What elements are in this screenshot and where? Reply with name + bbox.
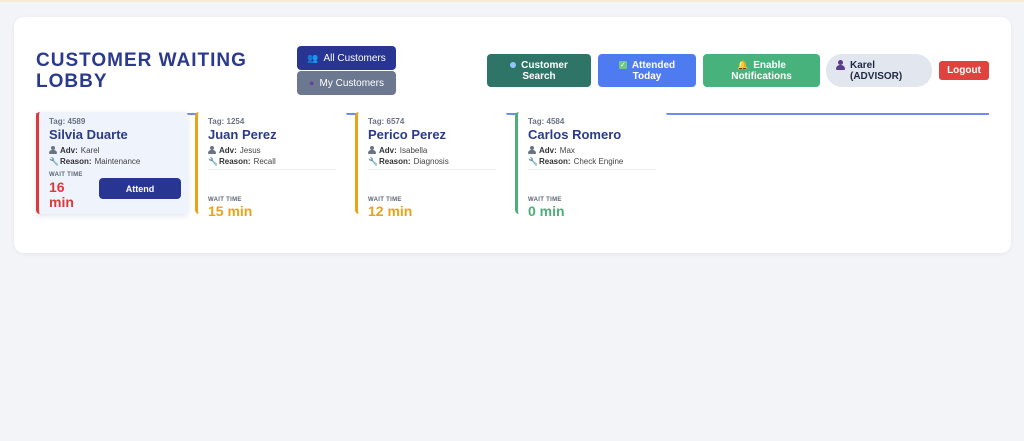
person-icon: [208, 146, 216, 155]
wait-time-unit: min: [49, 194, 74, 210]
notif-label-1: Enable: [753, 59, 786, 71]
card-tag: Tag: 4584: [528, 117, 565, 126]
person-icon: [528, 146, 536, 155]
card-advisor-line: Adv: Isabella: [368, 146, 427, 155]
check-icon: ✓: [618, 61, 627, 69]
adv-value: Max: [559, 146, 575, 155]
attend-button[interactable]: Attend: [99, 178, 181, 199]
card-reason-line: 🔧 Reason: Maintenance: [49, 157, 140, 166]
wait-time-number: 16: [49, 179, 65, 195]
attended-today-button[interactable]: ✓ Attended Today: [598, 54, 696, 87]
my-customers-label: My Customers: [319, 77, 384, 89]
top-accent-line: [0, 0, 1024, 2]
person-icon: [368, 146, 376, 155]
customer-card[interactable]: Tag: 1254 Juan Perez Adv: Jesus 🔧 Reason…: [195, 112, 347, 219]
enable-notifications-button[interactable]: 🔔 Enable Notifications: [703, 54, 820, 87]
adv-value: Isabella: [399, 146, 428, 155]
wrench-icon: 🔧: [208, 157, 218, 166]
person-icon: [49, 146, 57, 155]
card-advisor-line: Adv: Karel: [49, 146, 99, 155]
adv-label: Adv:: [379, 146, 397, 155]
adv-label: Adv:: [219, 146, 237, 155]
customer-card[interactable]: Tag: 6574 Perico Perez Adv: Isabella 🔧 R…: [355, 112, 507, 219]
reason-label: Reason:: [219, 157, 251, 166]
my-customers-button[interactable]: ● My Customers: [297, 71, 396, 95]
customer-search-label-2: Search: [522, 70, 556, 82]
user-icon: [836, 60, 845, 70]
wrench-icon: 🔧: [368, 157, 378, 166]
group-icon: 👥: [307, 52, 319, 63]
card-separator: [208, 169, 336, 170]
card-separator: [368, 169, 496, 170]
card-tag: Tag: 4589: [49, 117, 86, 126]
wrench-icon: 🔧: [528, 157, 538, 166]
user-badge: Karel (ADVISOR): [826, 54, 932, 87]
wait-time-value: 16 min: [49, 180, 89, 210]
card-advisor-line: Adv: Jesus: [208, 146, 261, 155]
attended-label-2: Today: [632, 70, 662, 82]
card-customer-name: Juan Perez: [208, 127, 277, 142]
notif-label-2: Notifications: [731, 70, 792, 82]
adv-value: Jesus: [239, 146, 261, 155]
adv-label: Adv:: [539, 146, 557, 155]
wait-time-value: 0 min: [528, 203, 565, 219]
adv-value: Karel: [80, 146, 100, 155]
wait-time-value: 15 min: [208, 203, 253, 219]
search-dot-icon: [510, 62, 517, 68]
card-advisor-line: Adv: Max: [528, 146, 575, 155]
reason-label: Reason:: [379, 157, 411, 166]
reason-value: Check Engine: [573, 157, 624, 166]
reason-value: Recall: [253, 157, 276, 166]
customer-card[interactable]: Tag: 4584 Carlos Romero Adv: Max 🔧 Reaso…: [515, 112, 667, 219]
page-title: CUSTOMER WAITING LOBBY: [36, 50, 247, 92]
card-tag: Tag: 1254: [208, 117, 245, 126]
all-customers-button[interactable]: 👥 All Customers: [297, 46, 396, 70]
bell-icon: 🔔: [736, 59, 749, 70]
card-customer-name: Carlos Romero: [528, 127, 622, 142]
customer-search-button[interactable]: Customer Search: [487, 54, 591, 87]
card-tag: Tag: 6574: [368, 117, 405, 126]
reason-label: Reason:: [60, 157, 92, 166]
reason-value: Diagnosis: [413, 157, 449, 166]
reason-value: Maintenance: [94, 157, 141, 166]
card-separator: [528, 169, 656, 170]
card-reason-line: 🔧 Reason: Diagnosis: [368, 157, 449, 166]
user-role: (ADVISOR): [850, 70, 903, 82]
logout-button[interactable]: Logout: [939, 61, 989, 80]
user-icon: ●: [309, 78, 315, 88]
wait-time-value: 12 min: [368, 203, 413, 219]
adv-label: Adv:: [60, 146, 78, 155]
attended-label-1: Attended: [631, 59, 676, 71]
wrench-icon: 🔧: [49, 157, 59, 166]
customer-card[interactable]: Tag: 4589 Silvia Duarte Adv: Karel 🔧 Rea…: [36, 112, 188, 214]
customer-search-label-1: Customer: [521, 59, 568, 71]
card-customer-name: Perico Perez: [368, 127, 447, 142]
all-customers-label: All Customers: [323, 52, 386, 64]
card-reason-line: 🔧 Reason: Recall: [208, 157, 276, 166]
card-customer-name: Silvia Duarte: [49, 127, 128, 142]
reason-label: Reason:: [539, 157, 571, 166]
user-name: Karel: [850, 59, 876, 71]
wait-time-label: WAIT TIME: [49, 172, 83, 178]
card-reason-line: 🔧 Reason: Check Engine: [528, 157, 623, 166]
